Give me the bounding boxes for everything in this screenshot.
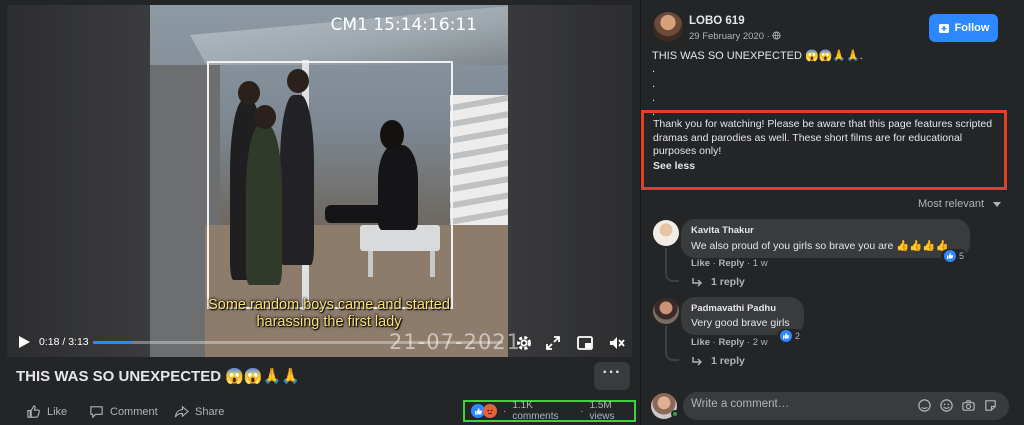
thread-line <box>665 248 679 282</box>
reaction-count: 5 <box>959 251 965 261</box>
comment-actions: Like · Reply · 2 w <box>691 337 768 348</box>
subtitle-line: Some random boys came and started <box>208 297 450 313</box>
comment-reply-link[interactable]: Reply <box>718 337 744 348</box>
caption-dot: . <box>652 92 656 104</box>
reaction-icons[interactable] <box>471 404 497 418</box>
settings-gear-icon[interactable] <box>515 334 533 352</box>
comment-age: 1 w <box>752 258 768 269</box>
post-description: Thank you for watching! Please be aware … <box>653 118 993 157</box>
bus-stop-roof <box>190 5 508 65</box>
view-count: 1.5M views <box>589 400 615 422</box>
like-reaction-icon <box>944 250 956 262</box>
sticker-icon[interactable] <box>983 398 998 413</box>
comment-like-link[interactable]: Like <box>691 258 710 269</box>
more-options-button[interactable]: ··· <box>594 362 630 390</box>
reply-arrow-icon <box>692 278 702 287</box>
comment-reply-link[interactable]: Reply <box>718 258 744 269</box>
reply-arrow-icon <box>692 357 702 366</box>
chevron-down-icon[interactable] <box>993 202 1001 207</box>
video-controls: 0:18 / 3:13 <box>7 333 632 357</box>
post-panel: LOBO 619 29 February 2020 · Follow THIS … <box>640 0 1024 425</box>
replies-count: 1 reply <box>711 355 745 367</box>
subtitle-line: harassing the first lady <box>256 314 402 330</box>
thread-line <box>665 326 679 361</box>
post-title: THIS WAS SO UNEXPECTED 😱😱🙏🙏 <box>16 368 300 385</box>
view-replies-link[interactable]: 1 reply <box>691 355 745 367</box>
post-date-text[interactable]: 29 February 2020 · <box>689 31 772 42</box>
expand-icon[interactable] <box>544 334 562 352</box>
comment-icon <box>90 406 103 419</box>
comment-input[interactable] <box>691 398 901 410</box>
mute-icon[interactable] <box>608 334 626 352</box>
video-subtitle: Some random boys came and started harass… <box>157 297 501 331</box>
share-icon <box>174 405 189 418</box>
picture-in-picture-icon[interactable] <box>576 334 594 352</box>
commenter-avatar[interactable] <box>653 220 679 246</box>
comment-reaction-count[interactable]: 2 <box>777 329 804 343</box>
stats-separator: · <box>580 405 584 417</box>
angry-reaction-icon <box>483 404 497 418</box>
replies-count: 1 reply <box>711 276 745 288</box>
follow-icon <box>938 24 949 33</box>
post-date: 29 February 2020 · <box>689 31 781 42</box>
commenter-name[interactable]: Kavita Thakur <box>691 225 960 236</box>
page-name[interactable]: LOBO 619 <box>689 15 745 27</box>
reaction-count: 2 <box>795 331 801 341</box>
thumbs-up-icon <box>27 405 40 418</box>
comment-button[interactable]: Comment <box>89 404 158 419</box>
video-column: CM1 15:14:16:11 Some random boys came an… <box>0 0 640 425</box>
video-time: 0:18 / 3:13 <box>39 336 89 348</box>
caption-dot: . <box>652 63 656 75</box>
like-label: Like <box>47 405 68 418</box>
video-highlight-box <box>207 61 453 309</box>
share-button[interactable]: Share <box>174 404 224 419</box>
comment-sort-dropdown[interactable]: Most relevant <box>918 198 984 210</box>
stats-separator: · <box>503 405 507 417</box>
commenter-name[interactable]: Padmavathi Padhu <box>691 303 794 314</box>
commenter-avatar[interactable] <box>653 298 679 324</box>
see-less-link[interactable]: See less <box>653 160 995 172</box>
comment-text: Very good brave girls <box>691 317 790 329</box>
progress-bar[interactable] <box>93 341 503 344</box>
like-reaction-icon <box>780 330 792 342</box>
comment-age: 2 w <box>752 337 768 348</box>
caption-dot: . <box>652 78 656 90</box>
avatar-sticker-icon[interactable] <box>917 398 932 413</box>
video-player[interactable]: CM1 15:14:16:11 Some random boys came an… <box>7 5 632 357</box>
progress-fill <box>93 341 132 344</box>
like-button[interactable]: Like <box>26 404 67 419</box>
play-icon[interactable] <box>17 335 31 349</box>
follow-label: Follow <box>954 22 990 34</box>
post-stats: · 1.1K comments · 1.5M views <box>463 400 636 422</box>
page-avatar[interactable] <box>653 12 683 42</box>
comment-composer <box>683 392 1009 420</box>
comment-actions: Like · Reply · 1 w <box>691 258 768 269</box>
camera-icon[interactable] <box>961 398 976 413</box>
emoji-icon[interactable] <box>939 398 954 413</box>
follow-button[interactable]: Follow <box>929 14 998 42</box>
share-label: Share <box>195 405 225 418</box>
comment-label: Comment <box>110 405 158 418</box>
comment-text: We also proud of you girls so brave you … <box>691 240 949 252</box>
comment-like-link[interactable]: Like <box>691 337 710 348</box>
comment-bubble: Kavita Thakur We also proud of you girls… <box>681 219 970 258</box>
camera-timestamp: CM1 15:14:16:11 <box>330 15 477 35</box>
online-status-dot <box>671 410 679 418</box>
description-highlight-box: Thank you for watching! Please be aware … <box>641 110 1007 190</box>
post-caption: THIS WAS SO UNEXPECTED 😱😱🙏🙏. <box>652 50 863 62</box>
comment-count[interactable]: 1.1K comments <box>512 400 574 422</box>
comment-reaction-count[interactable]: 5 <box>941 249 968 263</box>
view-replies-link[interactable]: 1 reply <box>691 276 745 288</box>
globe-icon <box>772 31 781 40</box>
